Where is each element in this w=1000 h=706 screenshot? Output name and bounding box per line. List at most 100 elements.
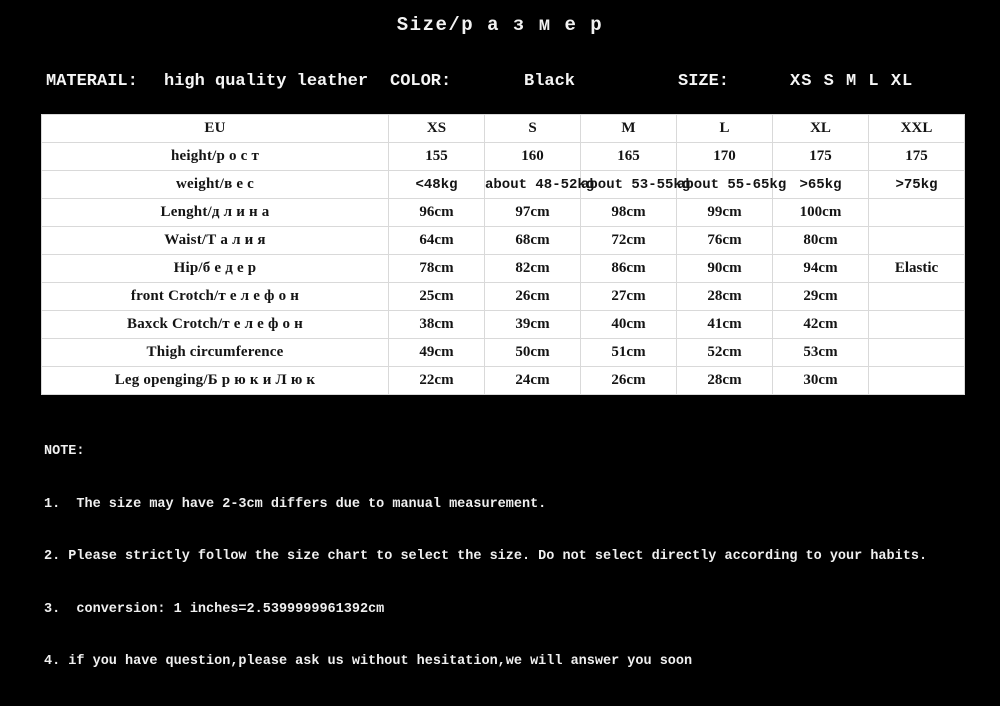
cell-value: 175 bbox=[772, 142, 869, 171]
cell-text: 98cm bbox=[611, 204, 646, 220]
cell-value: 52cm bbox=[676, 338, 773, 367]
product-info-row: MATERAIL: high quality leather COLOR: Bl… bbox=[0, 72, 1000, 98]
cell-value: 97cm bbox=[484, 198, 581, 227]
column-header-xs: XS bbox=[388, 114, 485, 143]
cell-text: 38cm bbox=[419, 316, 454, 332]
cell-value: 100cm bbox=[772, 198, 869, 227]
cell-text: 25cm bbox=[419, 288, 454, 304]
cell-text: 80cm bbox=[803, 232, 838, 248]
cell-value: 39cm bbox=[484, 310, 581, 339]
color-value: Black bbox=[524, 72, 576, 91]
cell-text: 42cm bbox=[803, 316, 838, 332]
cell-value: 76cm bbox=[676, 226, 773, 255]
cell-value: 80cm bbox=[772, 226, 869, 255]
cell-text: 99cm bbox=[707, 204, 742, 220]
cell-value: about 48-52kg bbox=[484, 170, 594, 199]
cell-value: 30cm bbox=[772, 366, 869, 395]
note-line-1: 1. The size may have 2-3cm differs due t… bbox=[44, 496, 547, 512]
table-row: Lenght/д л и н а 96cm 97cm 98cm 99cm 100cm bbox=[41, 198, 965, 227]
cell-value: 26cm bbox=[484, 282, 581, 311]
row-label: weight/в е с bbox=[41, 170, 389, 199]
table-row: front Crotch/т е л е ф о н 25cm 26cm 27cm 28… bbox=[41, 282, 965, 311]
note-line-3: 3. conversion: 1 inches=2.5399999961392c… bbox=[44, 601, 385, 617]
cell-value: <48kg bbox=[388, 170, 485, 199]
cell-text: 53cm bbox=[803, 344, 838, 360]
cell-text: 175 bbox=[905, 148, 928, 164]
row-label: front Crotch/т е л е ф о н bbox=[41, 282, 389, 311]
cell-value: 72cm bbox=[580, 226, 677, 255]
notes-heading: NOTE: bbox=[44, 444, 85, 459]
column-header-xxl: XXL bbox=[868, 114, 965, 143]
column-header-s: S bbox=[484, 114, 581, 143]
material-value: high quality leather bbox=[164, 72, 369, 91]
cell-text: 94cm bbox=[803, 260, 838, 276]
cell-text: 82cm bbox=[515, 260, 550, 276]
row-label: Thigh circumference bbox=[41, 338, 389, 367]
cell-value bbox=[868, 310, 965, 339]
cell-text: Elastic bbox=[894, 260, 939, 276]
cell-text: <48kg bbox=[415, 176, 458, 193]
cell-text: 72cm bbox=[611, 232, 646, 248]
size-chart-page: Size/р а з м е р MATERAIL: high quality … bbox=[0, 0, 1000, 669]
cell-value: 64cm bbox=[388, 226, 485, 255]
table-row: Leg openging/Б р ю к и Л ю к 22cm 24cm 26cm… bbox=[41, 366, 965, 395]
cell-value: 86cm bbox=[580, 254, 677, 283]
cell-value: 22cm bbox=[388, 366, 485, 395]
cell-value: 165 bbox=[580, 142, 677, 171]
size-value: XS S M L XL bbox=[790, 72, 914, 91]
cell-value: 68cm bbox=[484, 226, 581, 255]
size-table: EU XS S M L XL XXL height/р о с т 155 160 165 170 17… bbox=[41, 114, 965, 395]
cell-value: 28cm bbox=[676, 366, 773, 395]
note-line-2: 2. Please strictly follow the size chart… bbox=[44, 549, 928, 564]
column-header-eu: EU bbox=[41, 114, 389, 143]
row-label: Waist/Т а л и я bbox=[41, 226, 389, 255]
cell-text: 49cm bbox=[419, 344, 454, 360]
cell-value: 40cm bbox=[580, 310, 677, 339]
cell-text: 175 bbox=[809, 148, 832, 164]
cell-text: 97cm bbox=[515, 204, 550, 220]
cell-text: 30cm bbox=[803, 372, 838, 388]
cell-text: 86cm bbox=[611, 260, 646, 276]
table-row: height/р о с т 155 160 165 170 175 175 bbox=[41, 142, 965, 171]
cell-value: >65kg bbox=[772, 170, 869, 199]
cell-value: Elastic bbox=[868, 254, 965, 283]
cell-value: 51cm bbox=[580, 338, 677, 367]
cell-text: about 55-65kg bbox=[677, 176, 787, 193]
cell-text: 22cm bbox=[419, 372, 454, 388]
table-row: Baxck Crotch/т е л е ф о н 38cm 39cm 40cm 41… bbox=[41, 310, 965, 339]
cell-value: 50cm bbox=[484, 338, 581, 367]
cell-value: 29cm bbox=[772, 282, 869, 311]
cell-value: 41cm bbox=[676, 310, 773, 339]
table-row: weight/в е с <48kg about 48-52kg about 53-5… bbox=[41, 170, 965, 199]
cell-text: 39cm bbox=[515, 316, 550, 332]
cell-value: 27cm bbox=[580, 282, 677, 311]
cell-text: 28cm bbox=[707, 288, 742, 304]
cell-value: 175 bbox=[868, 142, 965, 171]
cell-value: 94cm bbox=[772, 254, 869, 283]
row-label: Hip/б е д е р bbox=[41, 254, 389, 283]
cell-value: 53cm bbox=[772, 338, 869, 367]
cell-text: 40cm bbox=[611, 316, 646, 332]
row-label: height/р о с т bbox=[41, 142, 389, 171]
cell-text: 29cm bbox=[803, 288, 838, 304]
notes-block: NOTE: 1. The size may have 2-3cm differs… bbox=[44, 408, 984, 706]
cell-value: 155 bbox=[388, 142, 485, 171]
cell-text: 160 bbox=[521, 148, 544, 164]
cell-value: 82cm bbox=[484, 254, 581, 283]
cell-value: 98cm bbox=[580, 198, 677, 227]
cell-value: 96cm bbox=[388, 198, 485, 227]
cell-value: >75kg bbox=[868, 170, 965, 199]
cell-text: 165 bbox=[617, 148, 640, 164]
row-label: Baxck Crotch/т е л е ф о н bbox=[41, 310, 389, 339]
column-header-l: L bbox=[676, 114, 773, 143]
cell-text: 170 bbox=[713, 148, 736, 164]
cell-value bbox=[868, 198, 965, 227]
cell-value bbox=[868, 226, 965, 255]
cell-text: >65kg bbox=[799, 176, 842, 193]
cell-value: 24cm bbox=[484, 366, 581, 395]
cell-text: 100cm bbox=[799, 204, 842, 220]
cell-text: 24cm bbox=[515, 372, 550, 388]
table-row: Waist/Т а л и я 64cm 68cm 72cm 76cm 80cm bbox=[41, 226, 965, 255]
cell-text: 51cm bbox=[611, 344, 646, 360]
cell-value: about 55-65kg bbox=[676, 170, 787, 199]
